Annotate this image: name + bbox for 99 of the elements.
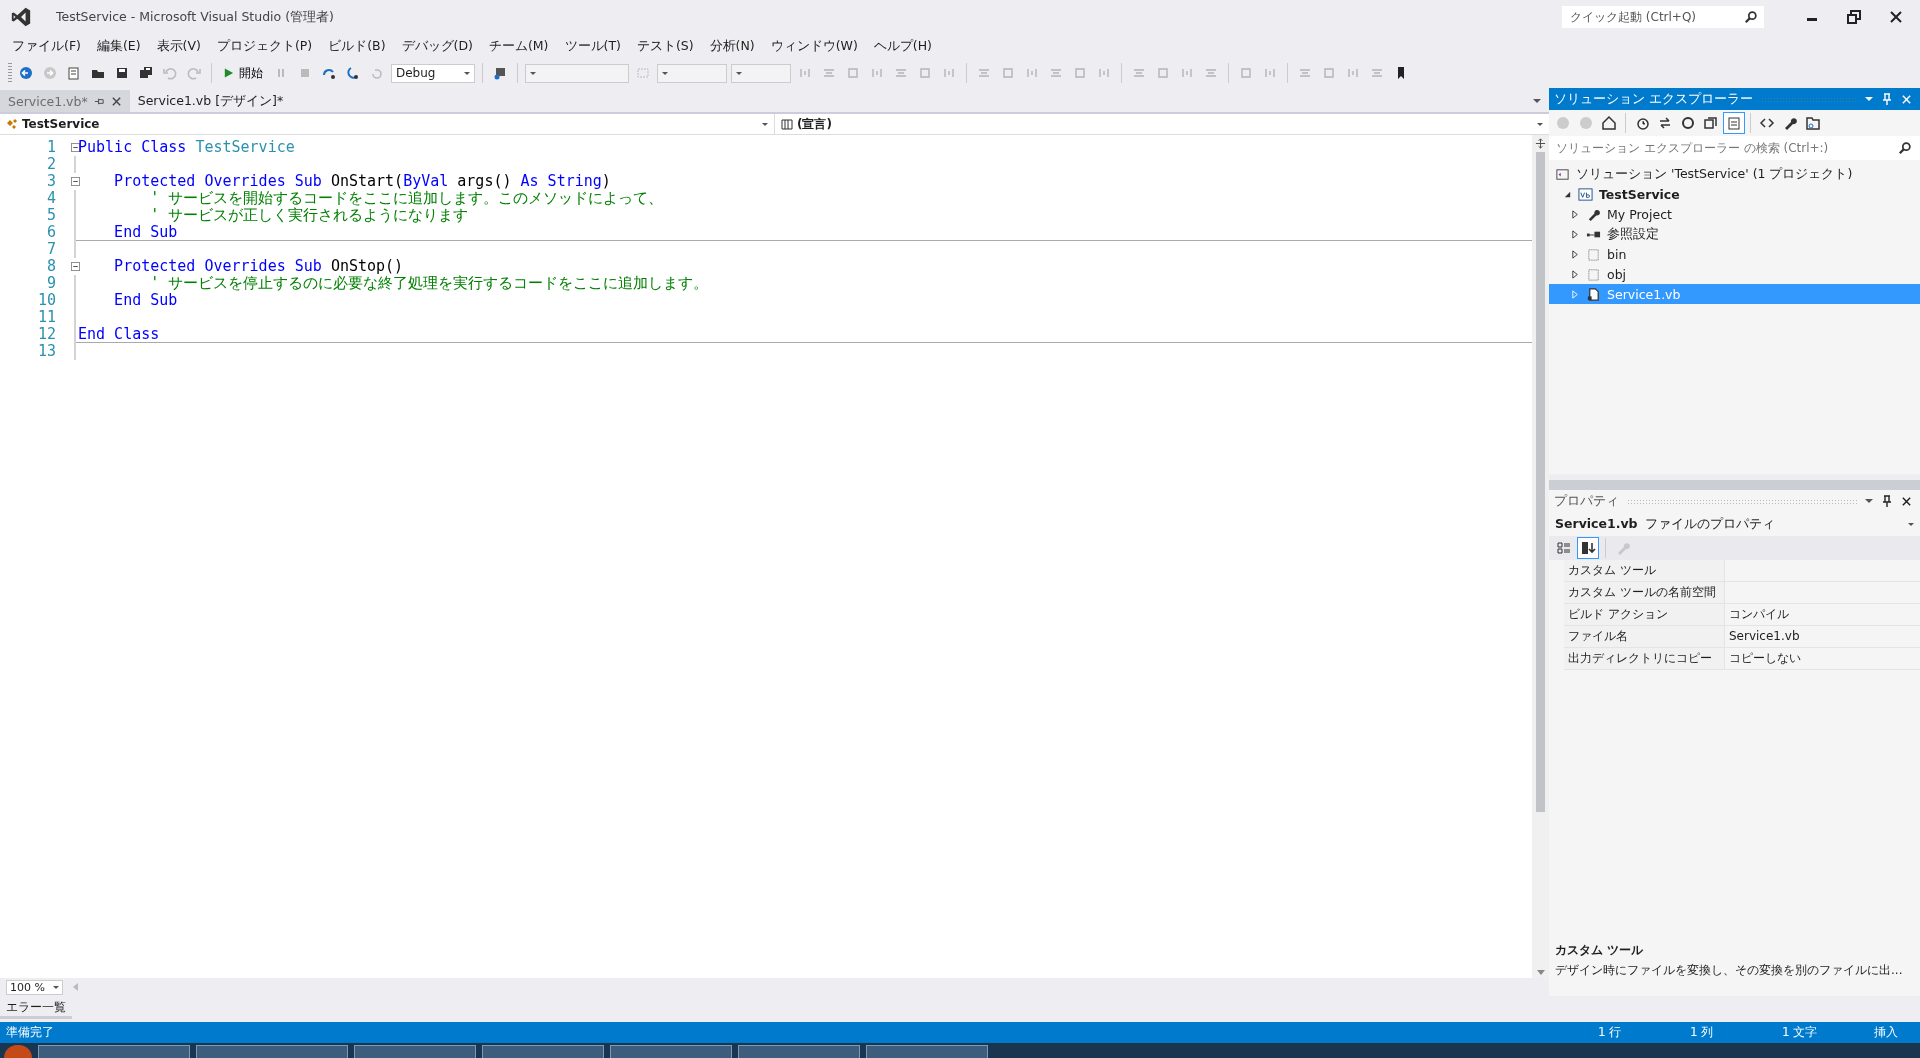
panel-title: ソリューション エクスプローラー: [1554, 90, 1753, 108]
tree-item[interactable]: My Project: [1549, 204, 1920, 224]
home-icon[interactable]: [1599, 113, 1619, 133]
expanded-icon[interactable]: [1563, 189, 1572, 199]
menu-item[interactable]: ウィンドウ(W): [762, 37, 866, 55]
menu-item[interactable]: 分析(N): [701, 37, 763, 55]
configuration-dropdown[interactable]: Debug: [391, 63, 475, 83]
show-files-icon[interactable]: [1724, 113, 1744, 133]
visual-studio-logo: [10, 6, 32, 28]
toolbar-grip[interactable]: [8, 63, 12, 83]
line-number: 9: [45, 275, 57, 292]
line-number: 6: [45, 224, 57, 241]
menu-item[interactable]: 表示(V): [148, 37, 209, 55]
collapse-icon[interactable]: [71, 177, 80, 186]
member-dropdown[interactable]: (宣言): [775, 114, 1549, 134]
property-name[interactable]: ファイル名: [1564, 626, 1725, 647]
line-number: 2: [45, 156, 57, 173]
property-name[interactable]: カスタム ツールの名前空間: [1564, 582, 1725, 603]
property-value[interactable]: コンパイル: [1729, 607, 1789, 621]
menu-item[interactable]: 編集(E): [88, 37, 149, 55]
code-line: Protected Overrides Sub OnStart(ByVal args() As String): [113, 173, 612, 190]
property-name[interactable]: ビルド アクション: [1564, 604, 1725, 625]
type-dropdown[interactable]: TestService: [0, 114, 775, 134]
document-tab[interactable]: Service1.vb [デザイン]*: [129, 90, 292, 112]
document-tab[interactable]: Service1.vb*: [0, 90, 130, 112]
play-icon: [223, 67, 234, 79]
code-line: End Sub: [76, 224, 1532, 241]
code-line: Protected Overrides Sub OnStop(): [113, 258, 405, 275]
code-line: End Class: [76, 326, 1532, 343]
split-icon[interactable]: [1535, 138, 1546, 149]
menu-item[interactable]: デバッグ(D): [393, 37, 481, 55]
solution-icon: [1555, 166, 1570, 182]
status-message: 準備完了: [6, 1024, 54, 1041]
folder-icon: [1586, 266, 1601, 282]
error-list-tab[interactable]: エラー一覧: [0, 999, 72, 1019]
property-name[interactable]: カスタム ツール: [1564, 560, 1725, 581]
class-icon: [6, 118, 18, 130]
search-icon: [1744, 10, 1758, 24]
menu-item[interactable]: テスト(S): [628, 37, 702, 55]
menu-item[interactable]: ファイル(F): [4, 37, 89, 55]
line-number: 8: [45, 258, 57, 275]
close-icon[interactable]: [1888, 9, 1904, 25]
quick-launch-field[interactable]: クイック起動 (Ctrl+Q): [1562, 6, 1764, 28]
tree-item[interactable]: bin: [1549, 244, 1920, 264]
scrollbar-thumb[interactable]: [1536, 152, 1545, 812]
vb-file-icon: [1586, 286, 1601, 302]
insert-mode-indicator: 挿入: [1874, 1024, 1899, 1041]
line-number: 10: [36, 292, 57, 309]
zoom-dropdown[interactable]: 100 %: [6, 979, 63, 995]
tree-item[interactable]: TestService: [1549, 184, 1920, 204]
line-number: 4: [45, 190, 57, 207]
vertical-scrollbar[interactable]: [1532, 135, 1549, 978]
restore-icon[interactable]: [1846, 9, 1862, 25]
char-indicator: 1 文字: [1782, 1024, 1819, 1041]
object-dropdown[interactable]: Service1.vb ファイルのプロパティ: [1549, 512, 1920, 536]
start-button[interactable]: [4, 1045, 32, 1058]
code-line: ' サービスを開始するコードをここに追加します。このメソッドによって、: [149, 190, 665, 207]
description-title: カスタム ツール: [1555, 942, 1645, 959]
tree-item[interactable]: ソリューション 'TestService' (1 プロジェクト): [1549, 164, 1920, 184]
collapse-icon[interactable]: [71, 262, 80, 271]
close-icon[interactable]: [1901, 495, 1912, 507]
code-line: ' サービスが正しく実行されるようになります: [149, 207, 470, 224]
dropdown-caret-icon[interactable]: [1865, 499, 1873, 503]
code-line: ' サービスを停止するのに必要な終了処理を実行するコードをここに追加します。: [149, 275, 710, 292]
line-number: 3: [45, 173, 57, 190]
tree-item[interactable]: 参照設定: [1549, 224, 1920, 244]
column-indicator: 1 列: [1690, 1024, 1715, 1041]
code-line: End Sub: [113, 292, 179, 309]
property-value[interactable]: コピーしない: [1729, 651, 1801, 665]
line-number: 13: [36, 343, 57, 360]
sort-icon[interactable]: [1578, 538, 1598, 558]
folder-icon: [1586, 246, 1601, 262]
description-text: デザイン時にファイルを変換し、その変換を別のファイルに出...: [1555, 962, 1904, 979]
line-number: 5: [45, 207, 57, 224]
property-value[interactable]: Service1.vb: [1729, 629, 1800, 643]
pin-icon[interactable]: [1881, 495, 1893, 507]
tab-list-caret-icon[interactable]: [1533, 99, 1541, 103]
menu-item[interactable]: プロジェクト(P): [208, 37, 321, 55]
code-line: Public Class TestService: [77, 139, 296, 156]
line-number: 11: [36, 309, 57, 326]
line-number: 7: [45, 241, 57, 258]
close-icon[interactable]: [110, 95, 122, 107]
menu-item[interactable]: チーム(M): [480, 37, 557, 55]
window-title: TestService - Microsoft Visual Studio (管理者): [56, 8, 334, 26]
line-indicator: 1 行: [1598, 1024, 1623, 1041]
line-number: 12: [36, 326, 57, 343]
declarations-icon: [781, 118, 793, 130]
vb-project-icon: [1578, 186, 1593, 202]
collapse-icon[interactable]: [71, 143, 80, 152]
line-number: 1: [45, 139, 57, 156]
menu-item[interactable]: ビルド(B): [320, 37, 394, 55]
search-icon: [1898, 141, 1912, 155]
search-field[interactable]: ソリューション エクスプローラー の検索 (Ctrl+:): [1549, 136, 1920, 160]
menu-item[interactable]: ヘルプ(H): [865, 37, 940, 55]
property-name[interactable]: 出力ディレクトリにコピー: [1564, 648, 1725, 669]
tree-item[interactable]: obj: [1549, 264, 1920, 284]
start-button[interactable]: 開始: [219, 62, 267, 84]
panel-title: プロパティ: [1554, 492, 1619, 510]
menu-item[interactable]: ツール(T): [556, 37, 629, 55]
